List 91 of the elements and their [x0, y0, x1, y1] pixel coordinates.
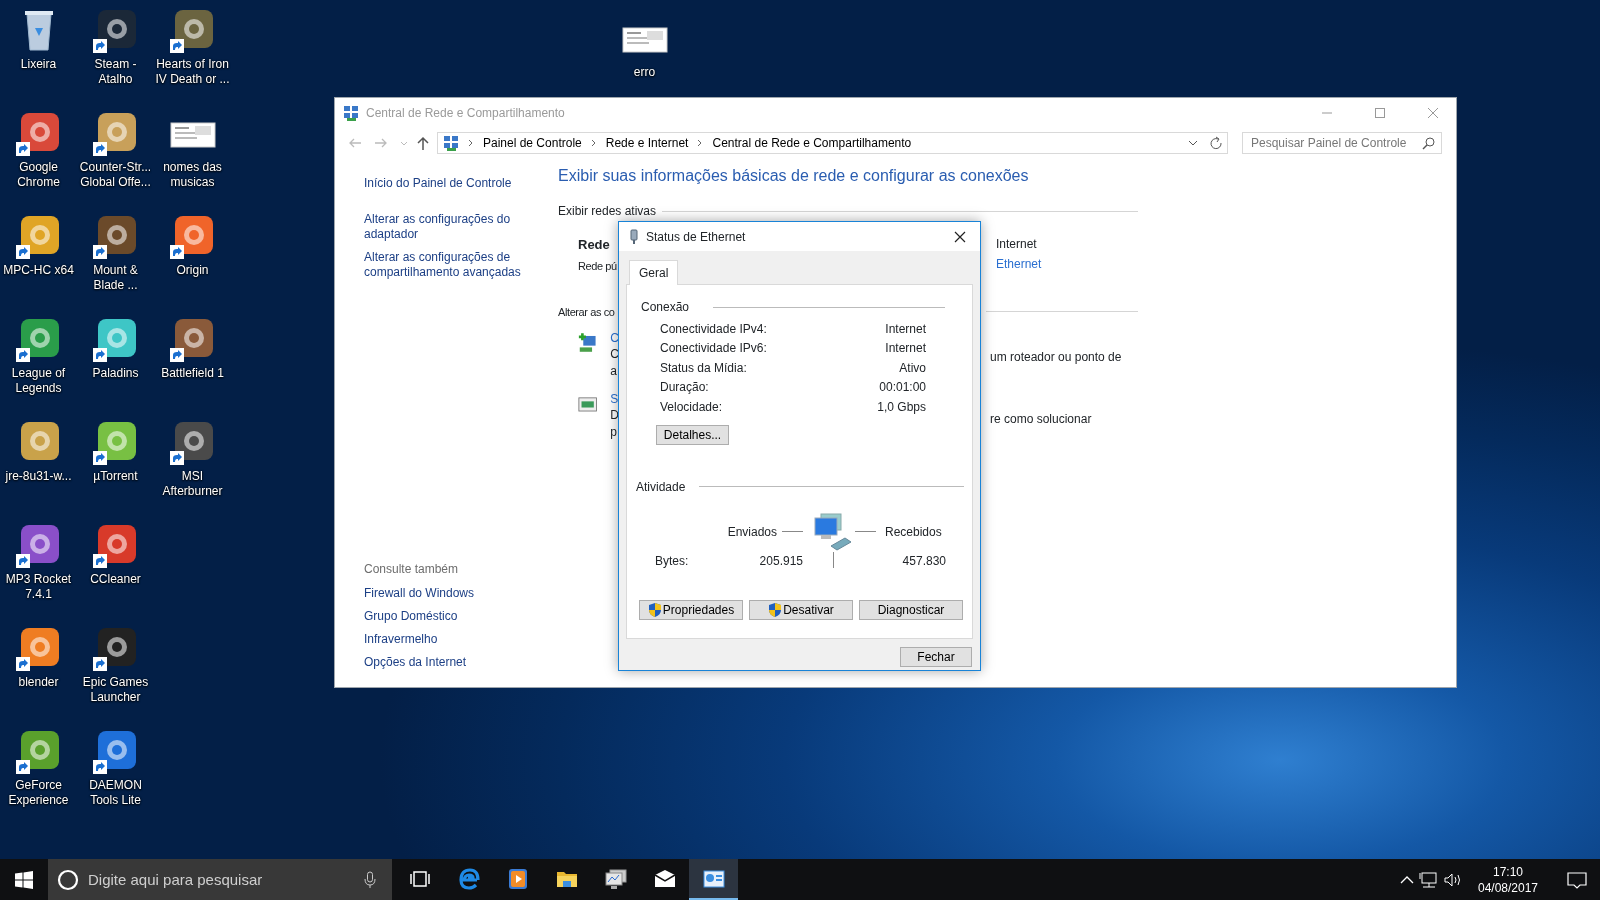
- field-value: Internet: [885, 340, 926, 358]
- properties-button[interactable]: Propriedades: [639, 599, 743, 620]
- page-heading: Exibir suas informações básicas de rede e configurar as conexões: [558, 166, 1030, 186]
- icon-label[interactable]: DAEMON Tools Lite: [77, 778, 154, 808]
- field-label: Bytes:: [655, 552, 690, 570]
- task-link[interactable]: C: [610, 330, 619, 346]
- icon-label[interactable]: jre-8u31-w...: [0, 469, 77, 484]
- cortana-circle-icon: [57, 869, 79, 891]
- task-link[interactable]: S: [610, 391, 619, 407]
- windows-start-icon[interactable]: [15, 870, 33, 889]
- icon-label[interactable]: Hearts of Iron IV Death or ...: [154, 57, 231, 87]
- up-arrow-icon[interactable]: [415, 135, 431, 151]
- window-title: Central de Rede e Compartilhamento: [366, 105, 565, 122]
- breadcrumb-link[interactable]: Rede e Internet: [605, 134, 689, 152]
- icon-label[interactable]: MPC-HC x64: [0, 263, 77, 278]
- sent-label: Enviados: [727, 523, 777, 541]
- icon-label[interactable]: Steam - Atalho: [77, 57, 154, 87]
- icon-label[interactable]: CCleaner: [77, 572, 154, 587]
- icon-label[interactable]: Battlefield 1: [154, 366, 231, 381]
- icon-label[interactable]: GeForce Experience: [0, 778, 77, 808]
- details-button[interactable]: Detalhes...: [656, 424, 729, 445]
- field-label: Status da Mídia:: [660, 359, 747, 377]
- network-name: Rede: [578, 236, 611, 254]
- clock-time: 17:10: [1492, 863, 1524, 880]
- field-value: Ativo: [899, 359, 926, 377]
- received-bytes: 457.830: [901, 552, 946, 570]
- breadcrumb-link[interactable]: Painel de Controle: [483, 134, 582, 152]
- sidebar-link[interactable]: Opções da Internet: [364, 655, 467, 670]
- sidebar-link[interactable]: Infravermelho: [364, 632, 438, 647]
- field-value: 00:01:00: [879, 379, 926, 397]
- section-title: Exibir redes ativas: [558, 203, 657, 220]
- received-label: Recebidos: [885, 523, 942, 541]
- task-description: a: [610, 362, 618, 380]
- icon-label[interactable]: Lixeira: [0, 57, 77, 72]
- close-button[interactable]: Fechar: [900, 647, 972, 667]
- connection-link[interactable]: Ethernet: [996, 257, 1042, 272]
- task-description: D: [610, 406, 619, 424]
- icon-label[interactable]: blender: [0, 675, 77, 690]
- breadcrumb-link[interactable]: Central de Rede e Compartilhamento: [712, 134, 912, 152]
- task-view-icon[interactable]: [408, 869, 431, 888]
- access-type: Internet: [996, 236, 1038, 253]
- clock-date: 04/08/2017: [1476, 879, 1540, 896]
- sidebar-link[interactable]: Início do Painel de Controle: [364, 176, 524, 191]
- field-label: Velocidade:: [660, 398, 723, 416]
- control-panel-taskbar-button[interactable]: [689, 859, 738, 900]
- sidebar-link[interactable]: Firewall do Windows: [364, 586, 475, 601]
- icon-label[interactable]: Google Chrome: [0, 160, 77, 190]
- browser-icon: [456, 866, 481, 891]
- disable-button[interactable]: Desativar: [749, 599, 853, 620]
- field-value: 1,0 Gbps: [877, 398, 926, 416]
- icon-label[interactable]: Epic Games Launcher: [77, 675, 154, 705]
- network-type: Rede pú: [578, 258, 618, 274]
- field-label: Duração:: [660, 379, 709, 397]
- search-icon[interactable]: [1422, 136, 1436, 150]
- dialog-title: Status de Ethernet: [646, 228, 746, 246]
- search-field[interactable]: Digite aqui para pesquisar: [48, 859, 392, 900]
- sidebar-link[interactable]: Alterar as configurações de compartilhamento avançadas: [364, 250, 524, 280]
- icon-label[interactable]: MSI Afterburner: [154, 469, 231, 499]
- diagnose-button[interactable]: Diagnosticar: [859, 599, 963, 620]
- ethernet-plug-icon: [629, 228, 639, 245]
- task-description: p: [610, 423, 618, 441]
- icon-label[interactable]: League of Legends: [0, 366, 77, 396]
- section-title: Consulte também: [364, 561, 460, 578]
- control-panel-icon: [443, 135, 459, 151]
- task-description: um roteador ou ponto de: [990, 348, 1123, 366]
- icon-label[interactable]: Origin: [154, 263, 231, 278]
- icon-label[interactable]: erro: [606, 65, 683, 80]
- icon-label[interactable]: Paladins: [77, 366, 154, 381]
- monitor-icon: [603, 866, 628, 891]
- icon-label[interactable]: Mount & Blade ...: [77, 263, 154, 293]
- field-label: Conectividade IPv4:: [660, 320, 767, 338]
- section-title: Alterar as co: [558, 305, 616, 320]
- icon-label[interactable]: µTorrent: [77, 469, 154, 484]
- field-value: Internet: [885, 320, 926, 338]
- icon-label[interactable]: MP3 Rocket 7.4.1: [0, 572, 77, 602]
- task-description: re como solucionar: [990, 410, 1093, 428]
- sidebar-link[interactable]: Grupo Doméstico: [364, 609, 458, 624]
- sent-bytes: 205.915: [758, 552, 804, 570]
- search-field[interactable]: Pesquisar Painel de Controle: [1242, 132, 1442, 154]
- icon-label[interactable]: Counter-Str... Global Offe...: [77, 160, 154, 190]
- group-label: Conexão: [641, 299, 690, 316]
- microphone-icon[interactable]: [364, 871, 376, 889]
- tab[interactable]: Geral: [629, 260, 679, 285]
- icon-label[interactable]: nomes das musicas: [154, 160, 231, 190]
- clock[interactable]: 17:10 04/08/2017: [1466, 863, 1550, 896]
- group-label: Atividade: [636, 478, 686, 496]
- task-description: C: [610, 345, 619, 363]
- sidebar-link[interactable]: Alterar as configurações do adaptador: [364, 212, 524, 242]
- field-label: Conectividade IPv6:: [660, 340, 767, 358]
- add-network-icon: [578, 330, 598, 355]
- network-center-icon: [343, 105, 359, 121]
